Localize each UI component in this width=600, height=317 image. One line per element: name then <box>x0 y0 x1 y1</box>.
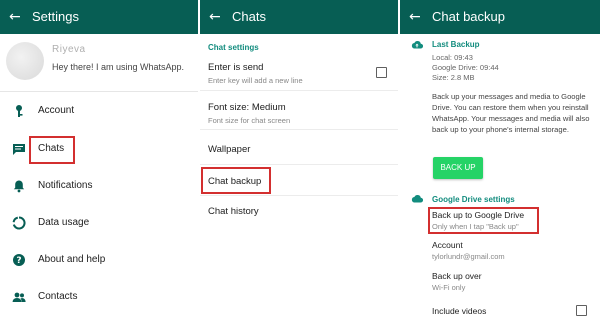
font-size-row[interactable]: Font size: Medium Font size for chat scr… <box>200 92 398 130</box>
chat-settings-header: Chat settings <box>208 43 259 52</box>
chat-backup-app-bar: ← Chat backup <box>400 0 600 34</box>
chat-backup-panel: ← Chat backup Last Backup Local: 09:43 G… <box>400 0 600 317</box>
back-arrow-icon[interactable]: ← <box>409 9 421 25</box>
account-email: tylorlundr@gmail.com <box>432 252 505 261</box>
enter-is-send-title: Enter is send <box>208 62 264 73</box>
cloud-icon <box>411 195 423 203</box>
include-videos-title: Include videos <box>432 306 487 316</box>
settings-panel: ← Settings Riyeva Hey there! I am using … <box>0 0 198 317</box>
chats-panel: ← Chats Chat settings Enter is send Ente… <box>200 0 398 317</box>
settings-app-bar: ← Settings <box>0 0 198 34</box>
wallpaper-label: Wallpaper <box>208 144 251 155</box>
backup-size: Size: 2.8 MB <box>432 73 475 82</box>
chat-icon <box>13 144 25 155</box>
settings-item-label: Notifications <box>38 180 93 191</box>
chats-app-bar: ← Chats <box>200 0 398 34</box>
enter-is-send-subtitle: Enter key will add a new line <box>208 76 303 85</box>
profile-status: Hey there! I am using WhatsApp. <box>52 62 185 72</box>
settings-item-label: About and help <box>38 254 106 265</box>
chat-backup-title: Chat backup <box>432 9 505 24</box>
settings-item-contacts[interactable]: Contacts <box>0 279 198 315</box>
enter-is-send-checkbox[interactable] <box>376 67 387 78</box>
chats-title: Chats <box>232 9 266 24</box>
last-backup-header: Last Backup <box>432 40 480 49</box>
settings-item-label: Account <box>38 105 75 116</box>
back-arrow-icon[interactable]: ← <box>209 9 221 25</box>
svg-text:?: ? <box>16 256 21 266</box>
chat-history-row[interactable]: Chat history <box>200 197 398 227</box>
font-size-title: Font size: Medium <box>208 102 286 113</box>
backup-over-title: Back up over <box>432 271 482 281</box>
bell-icon <box>13 180 25 193</box>
contacts-icon <box>12 292 26 302</box>
highlight-box-chats <box>29 136 75 164</box>
settings-item-data-usage[interactable]: Data usage <box>0 205 198 241</box>
back-up-button[interactable]: BACK UP <box>433 157 483 179</box>
cloud-upload-icon <box>411 41 423 49</box>
drive-backup-time: Google Drive: 09:44 <box>432 63 499 72</box>
settings-item-label: Data usage <box>38 217 90 228</box>
chat-history-label: Chat history <box>208 206 259 217</box>
drive-settings-header: Google Drive settings <box>432 195 515 204</box>
key-icon <box>16 105 23 117</box>
account-title: Account <box>432 240 463 250</box>
settings-item-about-help[interactable]: ? About and help <box>0 242 198 278</box>
font-size-subtitle: Font size for chat screen <box>208 116 291 125</box>
local-backup-time: Local: 09:43 <box>432 53 473 62</box>
profile-name: Riyeva <box>52 44 86 55</box>
highlight-box-chat-backup <box>201 167 271 194</box>
avatar <box>6 42 44 80</box>
settings-item-notifications[interactable]: Notifications <box>0 168 198 204</box>
include-videos-checkbox[interactable] <box>576 305 587 316</box>
highlight-box-backup-to-drive <box>428 207 539 234</box>
settings-title: Settings <box>32 9 79 24</box>
enter-is-send-row[interactable]: Enter is send Enter key will add a new l… <box>200 55 398 91</box>
backup-over-value: Wi-Fi only <box>432 283 466 292</box>
backup-description: Back up your messages and media to Googl… <box>432 92 590 134</box>
profile-row[interactable]: Riyeva Hey there! I am using WhatsApp. <box>0 34 198 92</box>
settings-item-label: Contacts <box>38 291 78 302</box>
help-icon: ? <box>13 254 25 266</box>
settings-item-account[interactable]: Account <box>0 93 198 129</box>
back-arrow-icon[interactable]: ← <box>9 9 21 25</box>
wallpaper-row[interactable]: Wallpaper <box>200 131 398 165</box>
data-usage-icon <box>12 216 26 230</box>
